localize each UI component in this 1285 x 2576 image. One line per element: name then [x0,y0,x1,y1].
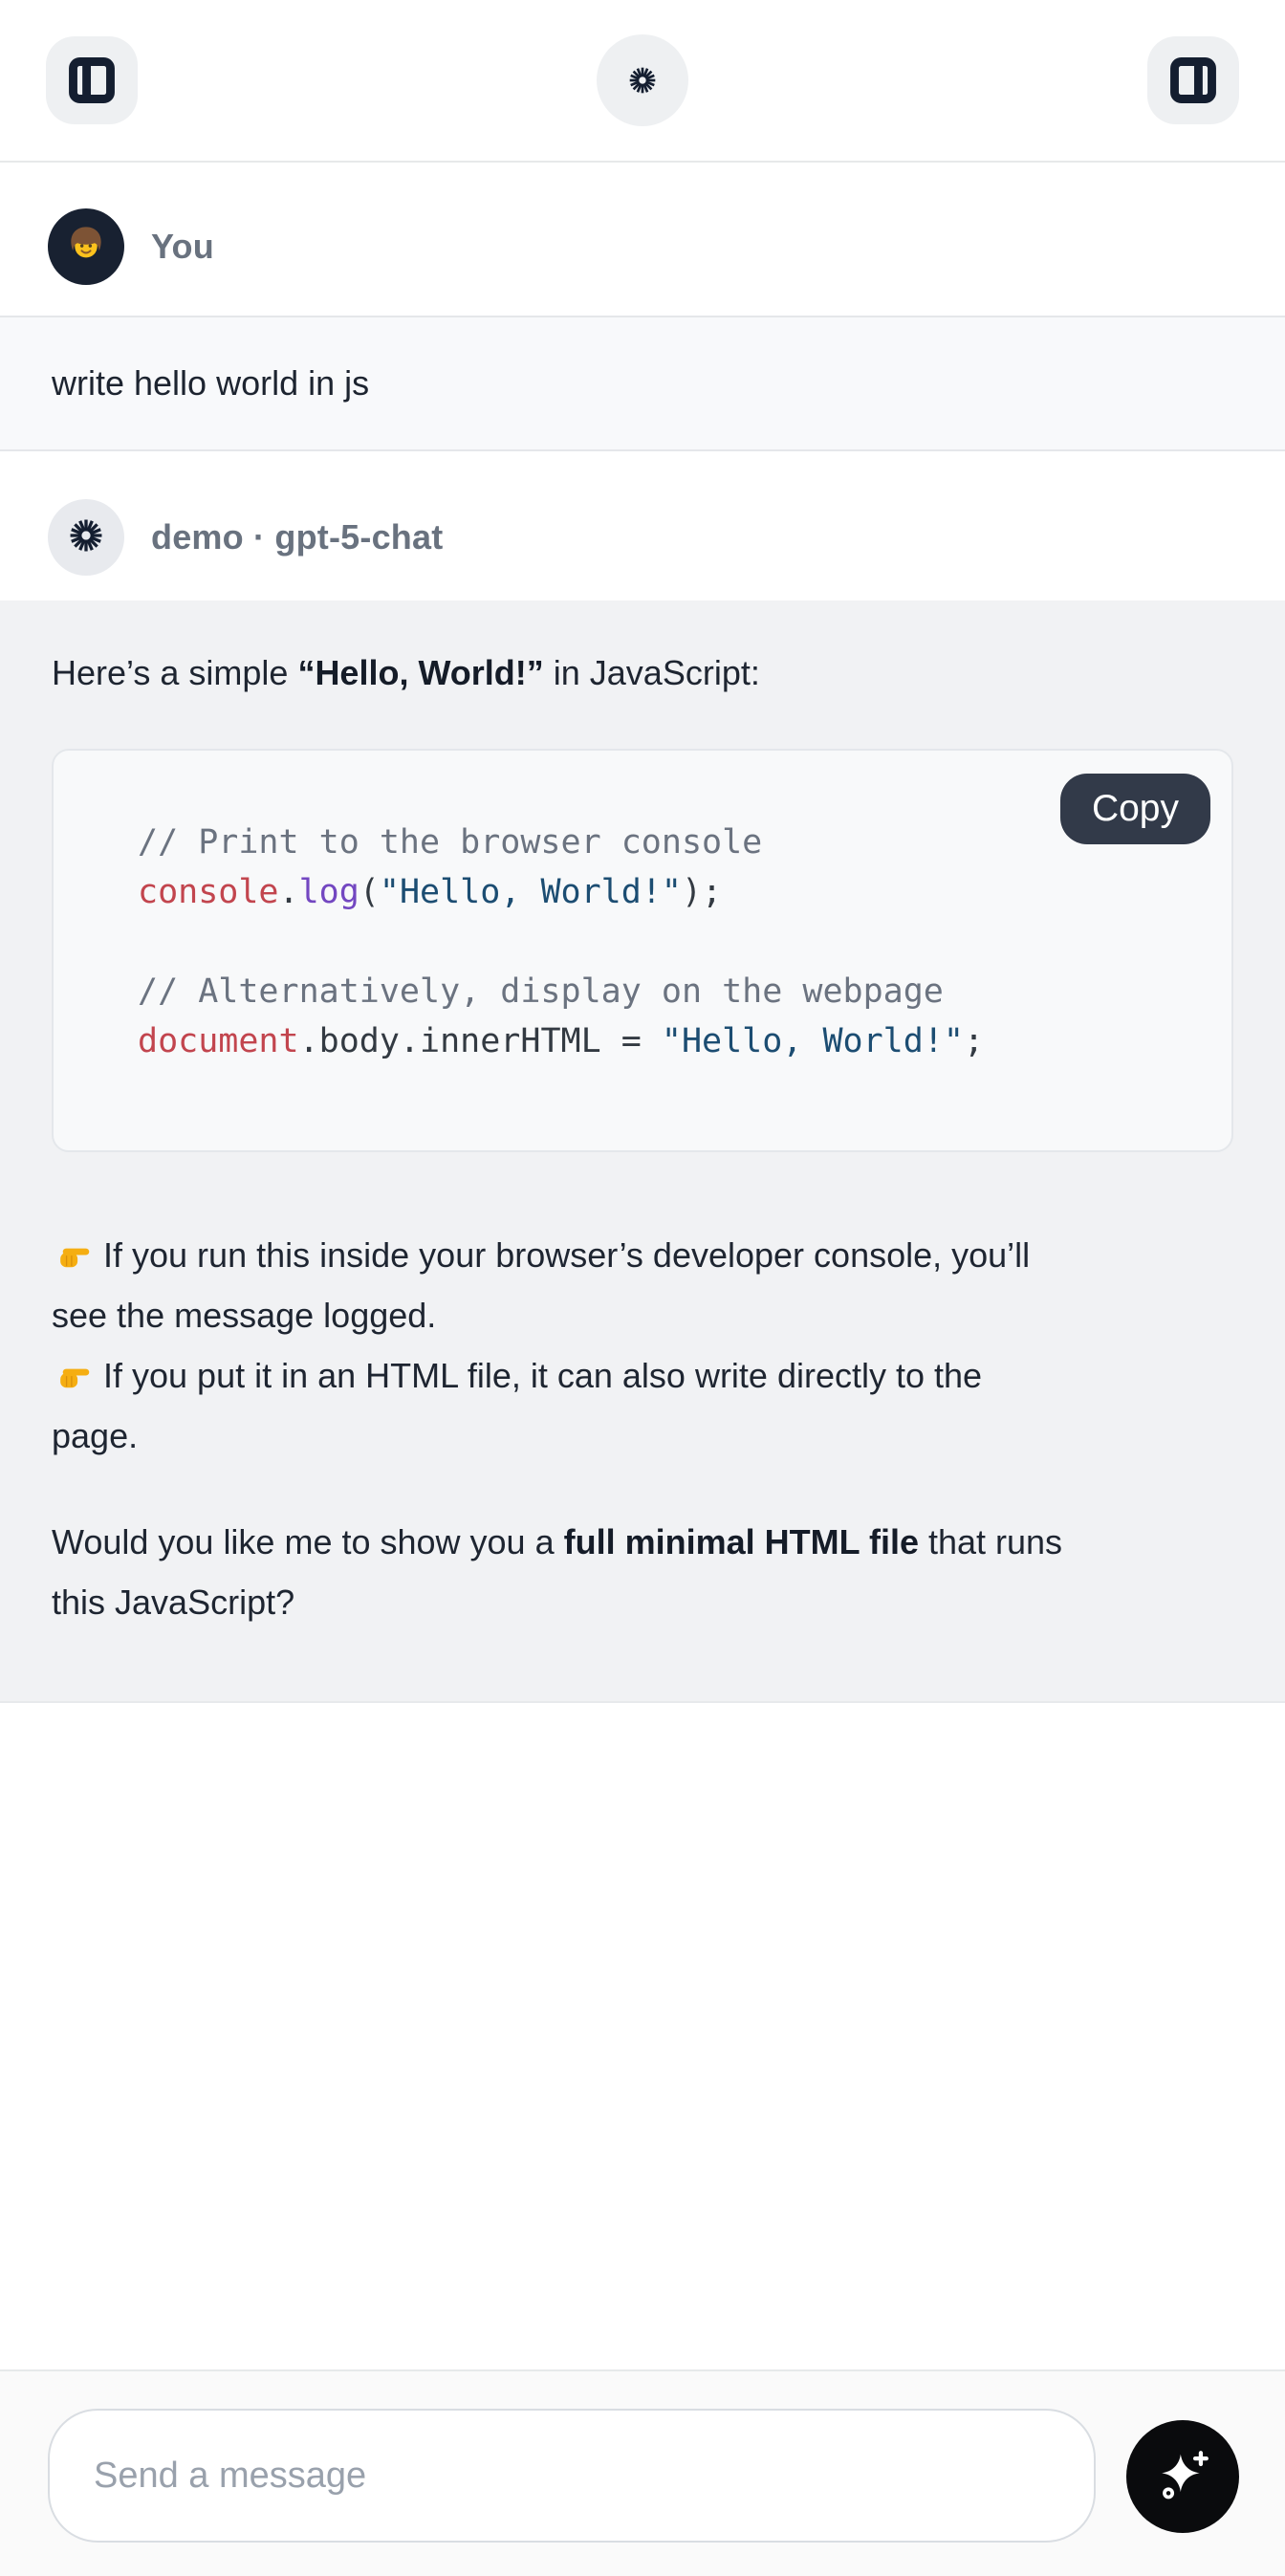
assistant-followup-text: If you run this inside your browser’s de… [52,1225,1233,1466]
pointing-right-emoji-icon [52,1345,94,1406]
panel-left-icon [67,55,117,105]
code-block: Copy // Print to the browser console con… [52,749,1233,1152]
user-message: write hello world in js [0,316,1285,451]
assistant-intro-text: Here’s a simple “Hello, World!” in JavaS… [52,643,1233,703]
assistant-author-row: demo · gpt-5-chat [48,499,1285,576]
pointing-right-emoji-icon [52,1225,94,1285]
starburst-logo-icon [626,64,659,97]
user-avatar [48,208,124,285]
starburst-logo-icon [66,515,106,560]
copy-button[interactable]: Copy [1060,774,1210,844]
top-bar [0,0,1285,163]
chat-app: You write hello world in js demo · gpt-5… [0,0,1285,2576]
person-emoji-icon [61,220,111,274]
right-panel-toggle-button[interactable] [1147,36,1239,124]
assistant-avatar [48,499,124,576]
message-input[interactable] [48,2409,1096,2543]
code-content: // Print to the browser console console.… [138,818,1193,1066]
assistant-author-label: demo · gpt-5-chat [151,517,443,557]
assistant-message: Here’s a simple “Hello, World!” in JavaS… [0,600,1285,1703]
logo-button[interactable] [597,34,688,126]
sidebar-toggle-button[interactable] [46,36,138,124]
send-button[interactable] [1126,2420,1239,2533]
panel-right-icon [1168,55,1218,105]
user-author-row: You [48,208,1285,285]
user-message-text: write hello world in js [52,363,369,404]
user-author-label: You [151,227,214,267]
composer-bar [0,2369,1285,2576]
assistant-question-text: Would you like me to show you a full min… [52,1512,1233,1632]
sparkle-icon [1152,2445,1213,2509]
